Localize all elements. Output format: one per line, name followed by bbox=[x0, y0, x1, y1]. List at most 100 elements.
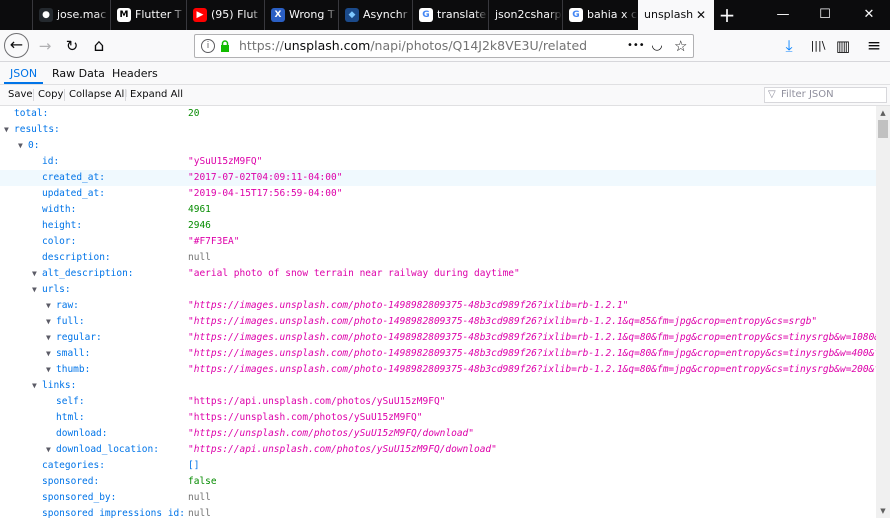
url-bar[interactable]: i https://unsplash.com/napi/photos/Q14J2… bbox=[194, 34, 694, 58]
scroll-down-arrow-icon[interactable]: ▼ bbox=[876, 504, 890, 518]
json-row[interactable]: ▼ links: bbox=[0, 378, 876, 394]
json-row[interactable]: id: "ySuU15zM9FQ" bbox=[0, 154, 876, 170]
home-button[interactable]: ⌂ bbox=[87, 34, 111, 58]
expand-toggle-icon[interactable]: ▼ bbox=[32, 378, 37, 394]
json-key: urls: bbox=[42, 284, 71, 295]
json-key: total: bbox=[14, 108, 49, 119]
tab-close-icon[interactable]: ✕ bbox=[694, 8, 708, 22]
browser-tab[interactable]: Gtranslate bbox=[412, 0, 488, 30]
expand-toggle-icon[interactable]: ▼ bbox=[32, 266, 37, 282]
json-row[interactable]: updated_at: "2019-04-15T17:56:59-04:00" bbox=[0, 186, 876, 202]
pocket-icon[interactable]: ◡ bbox=[652, 35, 662, 57]
google-icon: G bbox=[569, 8, 583, 22]
json-key: download_location: bbox=[56, 444, 159, 455]
vertical-scrollbar[interactable]: ▲ ▼ bbox=[876, 106, 890, 518]
json-key: description: bbox=[42, 252, 111, 263]
bookmark-star-icon[interactable]: ☆ bbox=[674, 35, 687, 57]
page-actions-icon[interactable]: ••• bbox=[627, 35, 645, 57]
json-row[interactable]: self: "https://api.unsplash.com/photos/yS… bbox=[0, 394, 876, 410]
json-row[interactable]: ▼ urls: bbox=[0, 282, 876, 298]
scroll-up-arrow-icon[interactable]: ▲ bbox=[876, 106, 890, 120]
json-key: color: bbox=[42, 236, 77, 247]
browser-tab[interactable]: M Flutter T bbox=[110, 0, 186, 30]
json-key: self: bbox=[56, 396, 85, 407]
json-row[interactable]: total: 20 bbox=[0, 106, 876, 122]
x-icon: X bbox=[271, 8, 285, 22]
json-row[interactable]: ▼ regular: "https://images.unsplash.com/ph… bbox=[0, 330, 876, 346]
json-row[interactable]: sponsored_by: null bbox=[0, 490, 876, 506]
expand-all-button[interactable]: Expand All bbox=[128, 87, 185, 103]
expand-toggle-icon[interactable]: ▼ bbox=[46, 362, 51, 378]
json-row[interactable]: ▼ alt_description: "aerial photo of snow t… bbox=[0, 266, 876, 282]
google-icon: G bbox=[419, 8, 433, 22]
reload-button[interactable]: ↻ bbox=[60, 34, 84, 58]
info-icon[interactable]: i bbox=[201, 39, 215, 53]
expand-toggle-icon[interactable]: ▼ bbox=[18, 138, 23, 154]
lock-icon bbox=[221, 40, 229, 52]
maximize-button[interactable]: ☐ bbox=[804, 0, 846, 30]
expand-toggle-icon[interactable]: ▼ bbox=[46, 298, 51, 314]
json-row[interactable]: html: "https://unsplash.com/photos/ySuU15… bbox=[0, 410, 876, 426]
json-key: id: bbox=[42, 156, 60, 167]
back-button[interactable]: ← bbox=[4, 33, 29, 58]
json-row[interactable]: created_at: "2017-07-02T04:09:11-04:00" bbox=[0, 170, 876, 186]
browser-tab[interactable]: X Wrong T bbox=[264, 0, 338, 30]
tab-fade bbox=[250, 0, 264, 30]
tab-json[interactable]: JSON bbox=[4, 62, 44, 84]
menu-icon[interactable]: ≡ bbox=[862, 34, 886, 58]
copy-button[interactable]: Copy bbox=[36, 87, 65, 103]
json-tree: total: 20 ▼ results: ▼ 0: id: "ySuU15zM9FQ" crea… bbox=[0, 106, 876, 518]
json-row[interactable]: ▼ 0: bbox=[0, 138, 876, 154]
collapse-all-button[interactable]: Collapse All bbox=[67, 87, 129, 103]
json-row[interactable]: ▼ raw: "https://images.unsplash.com/photo-… bbox=[0, 298, 876, 314]
browser-tab[interactable]: Gbahia x c bbox=[562, 0, 638, 30]
youtube-icon: ▶ bbox=[193, 8, 207, 22]
browser-tab[interactable]: ● jose.mac bbox=[32, 0, 110, 30]
json-value: 2946 bbox=[188, 220, 211, 231]
json-row[interactable]: sponsored_impressions_id: null bbox=[0, 506, 876, 518]
json-row[interactable]: categories: [] bbox=[0, 458, 876, 474]
browser-tab[interactable]: unsplash ✕ bbox=[638, 0, 714, 30]
toolbar-divider bbox=[125, 89, 126, 101]
window-close-button[interactable]: ✕ bbox=[848, 0, 890, 30]
tab-raw-data[interactable]: Raw Data bbox=[46, 62, 111, 84]
browser-tab[interactable]: json2csharp bbox=[488, 0, 562, 30]
save-button[interactable]: Save bbox=[6, 87, 35, 103]
forward-button[interactable]: → bbox=[33, 34, 57, 58]
json-value: "2017-07-02T04:09:11-04:00" bbox=[188, 172, 343, 183]
json-row[interactable]: ▼ download_location: "https://api.unsplash… bbox=[0, 442, 876, 458]
json-row[interactable]: width: 4961 bbox=[0, 202, 876, 218]
sidebar-icon[interactable]: ▥ bbox=[831, 34, 855, 58]
json-row[interactable]: ▼ small: "https://images.unsplash.com/phot… bbox=[0, 346, 876, 362]
tab-fade bbox=[96, 0, 110, 30]
url-text[interactable]: https://unsplash.com/napi/photos/Q14J2k8… bbox=[239, 35, 587, 57]
expand-toggle-icon[interactable]: ▼ bbox=[46, 330, 51, 346]
expand-toggle-icon[interactable]: ▼ bbox=[46, 346, 51, 362]
json-row[interactable]: height: 2946 bbox=[0, 218, 876, 234]
expand-toggle-icon[interactable]: ▼ bbox=[46, 314, 51, 330]
minimize-button[interactable]: — bbox=[762, 0, 804, 30]
json-row[interactable]: description: null bbox=[0, 250, 876, 266]
tab-label: unsplash bbox=[644, 8, 694, 21]
expand-toggle-icon[interactable]: ▼ bbox=[32, 282, 37, 298]
download-icon[interactable]: ⤓ bbox=[777, 34, 801, 58]
filter-json-input[interactable]: ▽ Filter JSON bbox=[764, 87, 887, 103]
json-row[interactable]: ▼ full: "https://images.unsplash.com/photo… bbox=[0, 314, 876, 330]
browser-tab[interactable]: ▶ (95) Flut bbox=[186, 0, 264, 30]
new-tab-button[interactable]: + bbox=[716, 4, 738, 26]
json-value: [] bbox=[188, 460, 200, 471]
json-row[interactable]: sponsored: false bbox=[0, 474, 876, 490]
json-row[interactable]: download: "https://unsplash.com/photos/yS… bbox=[0, 426, 876, 442]
json-row[interactable]: ▼ thumb: "https://images.unsplash.com/phot… bbox=[0, 362, 876, 378]
json-row[interactable]: color: "#F7F3EA" bbox=[0, 234, 876, 250]
tab-headers[interactable]: Headers bbox=[106, 62, 164, 84]
json-row[interactable]: ▼ results: bbox=[0, 122, 876, 138]
library-icon[interactable]: |||\ bbox=[806, 34, 830, 58]
browser-tab[interactable]: ◆ Asynchr bbox=[338, 0, 412, 30]
json-value: "aerial photo of snow terrain near railw… bbox=[188, 268, 520, 279]
scrollbar-thumb[interactable] bbox=[878, 120, 888, 138]
json-key: download: bbox=[56, 428, 108, 439]
json-value: "https://images.unsplash.com/photo-14989… bbox=[188, 316, 818, 327]
expand-toggle-icon[interactable]: ▼ bbox=[4, 122, 9, 138]
expand-toggle-icon[interactable]: ▼ bbox=[46, 442, 51, 458]
